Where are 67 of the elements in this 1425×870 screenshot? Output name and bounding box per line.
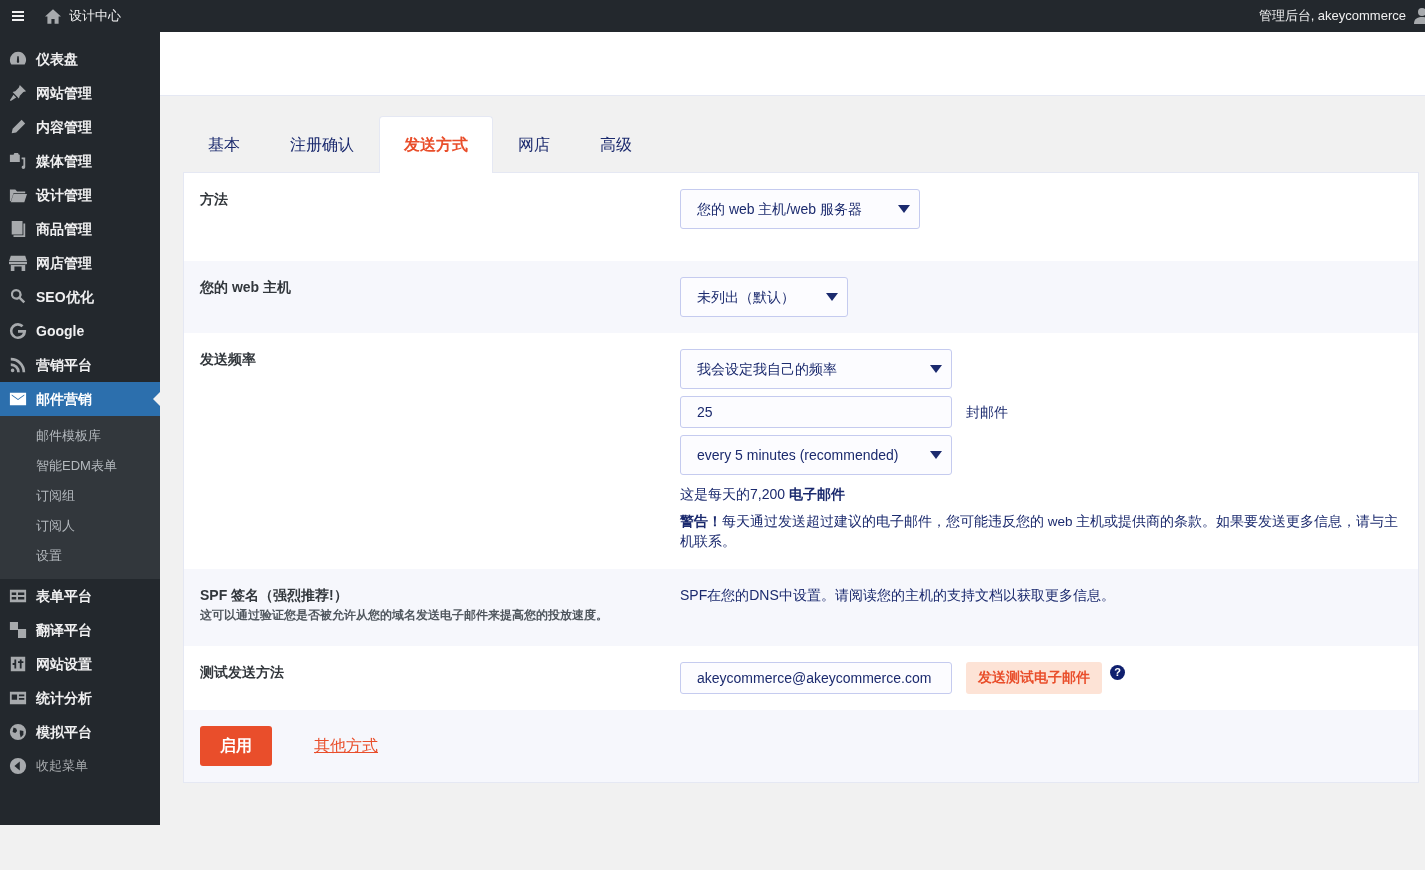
sidebar-item[interactable]: 网站管理: [0, 76, 160, 110]
id-card-icon: [9, 689, 27, 707]
user-icon: [1413, 8, 1425, 24]
tab[interactable]: 高级: [575, 116, 657, 172]
sidebar-item[interactable]: 内容管理: [0, 110, 160, 144]
daily-total-text: 这是每天的7,200 电子邮件: [680, 485, 846, 504]
sidebar-item[interactable]: 媒体管理: [0, 144, 160, 178]
sidebar-item[interactable]: 仪表盘: [0, 42, 160, 76]
count-input-field[interactable]: 25: [680, 396, 952, 428]
account-link[interactable]: 管理后台, akeycommerce: [1258, 6, 1406, 26]
book-icon: [9, 220, 27, 238]
form-icon: [9, 587, 27, 605]
g-icon: [9, 322, 27, 340]
field-label: 您的 web 主机: [200, 278, 292, 297]
menu-icon[interactable]: [12, 11, 24, 21]
search-icon: [9, 288, 27, 306]
tab[interactable]: 注册确认: [265, 116, 379, 172]
submenu-item[interactable]: 订阅组: [0, 481, 160, 511]
rss-icon: [9, 356, 27, 374]
store-icon: [9, 254, 27, 272]
sidebar-item[interactable]: 网店管理: [0, 246, 160, 280]
sidebar-item[interactable]: 营销平台: [0, 348, 160, 382]
media-icon: [9, 152, 27, 170]
sidebar-item[interactable]: 商品管理: [0, 212, 160, 246]
caret-icon: [898, 205, 910, 213]
pin-icon: [9, 84, 27, 102]
collapse-menu-button[interactable]: 收起菜单: [0, 749, 160, 783]
unit-label: 封邮件: [966, 402, 1008, 422]
tab[interactable]: 基本: [183, 116, 265, 172]
caret-icon: [930, 365, 942, 373]
sidebar-item[interactable]: Google: [0, 314, 160, 348]
dropdown[interactable]: 未列出（默认）: [680, 277, 848, 317]
enable-button[interactable]: 启用: [200, 725, 272, 766]
caret-icon: [826, 293, 838, 301]
caret-icon: [930, 451, 942, 459]
dropdown[interactable]: every 5 minutes (recommended): [680, 435, 952, 475]
sidebar-item[interactable]: SEO优化: [0, 280, 160, 314]
sidebar-item[interactable]: 模拟平台: [0, 715, 160, 749]
email-input-field[interactable]: akeycommerce@akeycommerce.com: [680, 661, 952, 694]
field-label: 发送频率: [200, 350, 257, 369]
field-label: 测试发送方法: [200, 662, 285, 682]
site-title-link[interactable]: 设计中心: [69, 6, 121, 26]
sidebar-item[interactable]: 网站设置: [0, 647, 160, 681]
envelope-icon: [9, 390, 27, 408]
sidebar-item[interactable]: 统计分析: [0, 681, 160, 715]
field-label: SPF 签名（强烈推荐!）: [200, 585, 349, 605]
tab[interactable]: 发送方式: [379, 116, 493, 173]
home-icon: [45, 8, 61, 24]
tab[interactable]: 网店: [493, 116, 575, 172]
submenu-item[interactable]: 订阅人: [0, 511, 160, 541]
other-methods-link[interactable]: 其他方式: [314, 733, 378, 758]
submenu-item[interactable]: 邮件模板库: [0, 421, 160, 451]
field-label: 方法: [200, 190, 229, 209]
submenu-item[interactable]: 设置: [0, 541, 160, 571]
sidebar-item[interactable]: 翻译平台: [0, 613, 160, 647]
sidebar-item[interactable]: 表单平台: [0, 579, 160, 613]
submenu-item[interactable]: 智能EDM表单: [0, 451, 160, 481]
pencil-icon: [9, 118, 27, 136]
sidebar-item[interactable]: 设计管理: [0, 178, 160, 212]
field-description: 这可以通过验证您是否被允许从您的域名发送电子邮件来提高您的投放速度。: [200, 606, 609, 624]
dropdown[interactable]: 我会设定我自己的频率: [680, 349, 952, 389]
warning-text: 警告！每天通过发送超过建议的电子邮件，您可能违反您的 web 主机或提供商的条款。如果要发送更多信息，请与主机联系。: [680, 513, 1400, 552]
sidebar-item[interactable]: 邮件营销: [0, 382, 160, 416]
sliders-icon: [9, 655, 27, 673]
dropdown[interactable]: 您的 web 主机/web 服务器: [680, 189, 920, 229]
spf-info-text: SPF在您的DNS中设置。请阅读您的主机的支持文档以获取更多信息。: [680, 585, 1116, 605]
help-icon[interactable]: ?: [1110, 664, 1125, 680]
